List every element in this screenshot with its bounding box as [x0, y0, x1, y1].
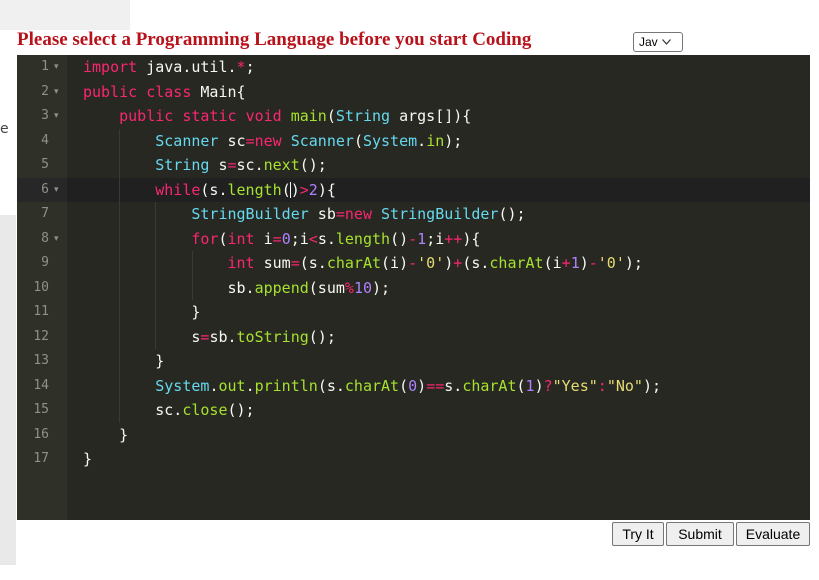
code-line[interactable]: 2 ▾ public class Main{ [17, 80, 810, 105]
left-edge-char: e [0, 121, 9, 137]
code-text: sc.close(); [83, 401, 255, 419]
line-number: 10 [33, 279, 49, 295]
line-number: 13 [33, 353, 49, 368]
fold-arrow-icon[interactable]: ▾ [54, 80, 59, 105]
line-number: 7 [41, 206, 49, 221]
code-text: import java.util.*; [83, 58, 255, 76]
line-number: 9 [41, 255, 49, 270]
try-it-button[interactable]: Try It [612, 522, 664, 546]
line-number: 4 [41, 132, 49, 148]
line-number: 17 [33, 451, 49, 466]
code-line[interactable]: 4 Scanner sc=new Scanner(System.in); [17, 128, 810, 153]
fold-arrow-icon[interactable]: ▾ [54, 55, 59, 80]
line-number: 16 [33, 426, 49, 442]
code-line[interactable]: 13 } [17, 349, 810, 374]
submit-button[interactable]: Submit [666, 522, 734, 546]
fold-arrow-icon[interactable]: ▾ [54, 227, 59, 252]
left-panel [0, 0, 130, 30]
code-text: } [83, 425, 129, 444]
text-cursor [289, 182, 291, 198]
line-number: 6 [17, 177, 67, 202]
fold-arrow-icon[interactable]: ▾ [54, 104, 59, 129]
fold-arrow-icon[interactable]: ▾ [54, 178, 59, 203]
code-text: public static void main(String args[]){ [119, 107, 472, 125]
code-editor[interactable]: 1 ▾ import java.util.*; 2 ▾ public class Main… [17, 55, 810, 520]
code-text: public class Main{ [83, 82, 246, 101]
line-number: 15 [33, 402, 49, 417]
line-number: 1 [41, 59, 49, 74]
code-text: System.out.println(s.charAt(0)==s.charAt… [155, 376, 661, 395]
line-number: 14 [33, 377, 49, 393]
code-text: int sum=(s.charAt(i)-'0')+(s.charAt(i+1)… [227, 254, 643, 272]
code-line[interactable]: 16 } [17, 423, 810, 448]
code-text: s=sb.toString(); [83, 327, 336, 346]
code-line[interactable]: 11 } [17, 300, 810, 325]
code-line[interactable]: 12 s=sb.toString(); [17, 324, 810, 349]
code-text: for(int i=0;i<s.length()-1;i++){ [191, 229, 481, 248]
code-text: StringBuilder sb=new StringBuilder(); [191, 205, 526, 223]
code-line[interactable]: 6 ▾ while(s.length()>2){ [17, 177, 810, 203]
code-text: } [83, 352, 165, 370]
code-line[interactable]: 7 StringBuilder sb=new StringBuilder(); [17, 202, 810, 227]
left-strip [0, 215, 16, 565]
page-heading: Please select a Programming Language bef… [17, 29, 532, 50]
code-line[interactable]: 8 ▾ for(int i=0;i<s.length()-1;i++){ [17, 226, 810, 252]
code-line[interactable]: 5 String s=sc.next(); [17, 153, 810, 178]
action-buttons: Try It Submit Evaluate [612, 522, 810, 546]
line-number: 3 [41, 108, 49, 123]
code-text: Scanner sc=new Scanner(System.in); [155, 131, 463, 150]
code-text: } [83, 303, 201, 321]
line-number: 2 [41, 83, 49, 99]
code-line[interactable]: 3 ▾ public static void main(String args[]… [17, 104, 810, 129]
code-line[interactable]: 10 sb.append(sum%10); [17, 275, 810, 300]
code-line[interactable]: 15 sc.close(); [17, 398, 810, 423]
code-text: String s=sc.next(); [155, 156, 327, 174]
language-select-value: Jav [639, 35, 658, 49]
code-line[interactable]: 1 ▾ import java.util.*; [17, 55, 810, 80]
evaluate-button[interactable]: Evaluate [736, 522, 810, 546]
language-select[interactable]: Jav [633, 32, 683, 52]
code-text: sb.append(sum%10); [83, 278, 391, 297]
chevron-down-icon [661, 39, 671, 45]
line-number: 5 [41, 157, 49, 172]
code-line[interactable]: 9 int sum=(s.charAt(i)-'0')+(s.charAt(i+… [17, 251, 810, 276]
line-number: 8 [41, 230, 49, 246]
line-number: 11 [33, 304, 49, 319]
code-text: } [83, 450, 93, 468]
code-line[interactable]: 17} [17, 447, 810, 472]
line-number: 12 [33, 328, 49, 344]
code-line[interactable]: 14 System.out.println(s.charAt(0)==s.cha… [17, 373, 810, 398]
code-text: while(s.length()>2){ [155, 180, 336, 199]
